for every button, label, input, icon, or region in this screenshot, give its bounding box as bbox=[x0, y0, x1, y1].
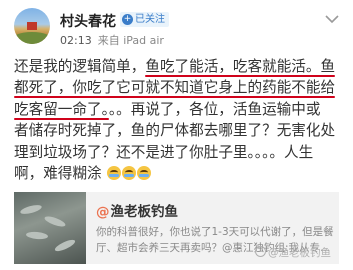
at-icon: @ bbox=[96, 204, 110, 220]
fish-shape bbox=[53, 237, 77, 254]
repost-card[interactable]: @渔老板钓鱼 你的科普很好，你也说了1-3天可以代谢了，但是餐 厅、超市会养三天… bbox=[14, 192, 339, 264]
post-text: 理到垃圾场了？还不是进了你肚子里。。。。人生 bbox=[14, 143, 314, 161]
underlined-text: 都死了，你吃了它可就不知道它身上的药能不能给 bbox=[14, 79, 336, 97]
post-time: 02:13 bbox=[60, 34, 92, 47]
fish-shape bbox=[25, 231, 49, 240]
post-line-2: 都死了，你吃了它可就不知道它身上的药能不能给 bbox=[14, 77, 344, 98]
post-text: 啊，难得糊涂 bbox=[14, 165, 102, 183]
post-header: 村头春花 + 已关注 02:13 来自 iPad air bbox=[0, 0, 353, 52]
watermark: @渔老板钓鱼 bbox=[255, 245, 331, 260]
follow-badge[interactable]: + 已关注 bbox=[120, 12, 169, 27]
fish-shape bbox=[19, 203, 43, 216]
card-desc-line: 你的科普很好，你也说了1-3天可以代谢了，但是餐 bbox=[96, 226, 334, 238]
weibo-icon bbox=[255, 246, 266, 257]
avatar[interactable] bbox=[14, 8, 50, 44]
chevron-down-icon[interactable] bbox=[325, 14, 339, 24]
post-line-1: 还是我的逻辑简单，鱼吃了能活，吃客就能活。鱼 bbox=[14, 56, 344, 77]
laugh-cry-emoji-icon bbox=[137, 166, 152, 181]
underlined-text: 鱼吃了能活，吃客就能活。鱼 bbox=[145, 58, 336, 75]
card-thumbnail[interactable] bbox=[14, 192, 86, 264]
author-name[interactable]: 村头春花 bbox=[60, 11, 116, 31]
post-meta: 02:13 来自 iPad air bbox=[60, 32, 164, 48]
post-text: 。。再说了，各位，活鱼运输中或 bbox=[108, 100, 321, 118]
avatar-hill-shape bbox=[14, 32, 50, 44]
post-line-4: 者储存时死掉了，鱼的尸体都去哪里了？无害化处 bbox=[14, 120, 344, 141]
post-line-3: 吃客留一命了。。。再说了，各位，活鱼运输中或 bbox=[14, 99, 344, 120]
post-line-5: 理到垃圾场了？还不是进了你肚子里。。。。人生 bbox=[14, 142, 344, 163]
laugh-cry-emoji-icon bbox=[107, 166, 122, 181]
post-body: 还是我的逻辑简单，鱼吃了能活，吃客就能活。鱼 都死了，你吃了它可就不知道它身上的… bbox=[14, 56, 344, 184]
card-title[interactable]: @渔老板钓鱼 bbox=[96, 200, 178, 220]
card-title-text: 渔老板钓鱼 bbox=[110, 204, 179, 220]
post-text: 还是我的逻辑简单， bbox=[14, 58, 146, 75]
plus-icon: + bbox=[122, 14, 133, 25]
follow-badge-label: 已关注 bbox=[135, 14, 165, 25]
post-source: 来自 iPad air bbox=[97, 34, 164, 47]
underlined-text: 吃客留一命了。 bbox=[14, 100, 109, 118]
watermark-text: @渔老板钓鱼 bbox=[268, 247, 331, 259]
post-text: 者储存时死掉了，鱼的尸体都去哪里了？无害化处 bbox=[14, 122, 336, 140]
fish-shape bbox=[43, 214, 67, 229]
laugh-cry-emoji-icon bbox=[122, 166, 137, 181]
avatar-house-shape bbox=[27, 22, 37, 30]
post-line-6: 啊，难得糊涂 bbox=[14, 163, 344, 184]
